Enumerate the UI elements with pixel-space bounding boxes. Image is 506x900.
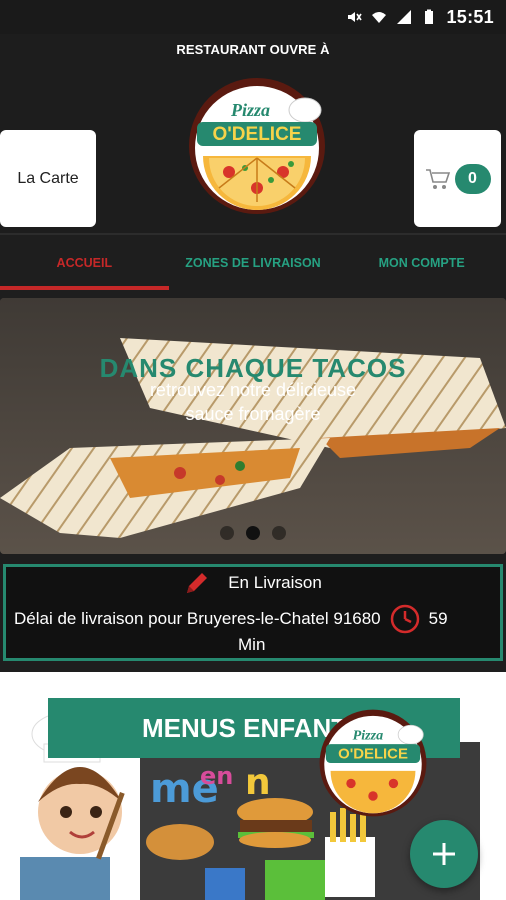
banner-subtitle-line1: retrouvez notre délicieuse [149,380,357,400]
logo-text-pizza: Pizza [230,100,270,120]
svg-text:n: n [245,762,271,803]
banner-subtitle-line2: sauce fromagère [185,404,321,424]
cart-button[interactable]: 0 [414,130,501,227]
battery-icon [425,9,434,24]
status-time: 15:51 [446,6,494,27]
carousel-dot[interactable] [220,526,234,540]
carousel-dots [0,526,506,540]
add-fab-button[interactable] [410,820,478,888]
banner-subtitle: retrouvez notre délicieuse sauce fromagè… [0,378,506,426]
tab-mon-compte[interactable]: MON COMPTE [337,235,506,290]
tacos-image [0,298,506,554]
status-bar: 15:51 [0,0,506,34]
opening-status: RESTAURANT OUVRE À [176,42,330,57]
delivery-delay-value: 59 [428,609,448,628]
clock-icon [390,604,419,634]
nav-tabs: ACCUEIL ZONES DE LIVRAISON MON COMPTE [0,233,506,290]
logo-text-brand: O'DELICE [213,124,302,145]
restaurant-logo[interactable]: Pizza O'DELICE [187,76,327,216]
header: RESTAURANT OUVRE À La Carte Pizza O'DELI… [0,34,506,233]
pencil-icon[interactable] [184,570,210,596]
svg-text:en: en [200,762,233,790]
menus-logo-text-brand: O'DELICE [338,745,408,762]
tab-zones-livraison[interactable]: ZONES DE LIVRAISON [169,235,338,290]
wifi-icon [372,12,387,23]
la-carte-label: La Carte [17,169,79,187]
app-screen: 15:51 RESTAURANT OUVRE À La Carte Pizza … [0,0,506,900]
delivery-mode: En Livraison [228,573,322,592]
delivery-delay-unit: Min [238,635,266,654]
carousel-dot-active[interactable] [246,526,260,540]
menus-logo-text-pizza: Pizza [353,727,384,743]
carousel-dot[interactable] [272,526,286,540]
menus-logo: Pizza O'DELICE [319,709,427,817]
delivery-info: En Livraison Délai de livraison pour Bru… [3,564,503,661]
promo-banner[interactable]: DANS CHAQUE TACOS retrouvez notre délici… [0,298,506,554]
cart-count-badge: 0 [454,163,491,194]
tab-accueil[interactable]: ACCUEIL [0,235,169,290]
la-carte-button[interactable]: La Carte [0,130,96,227]
cart-icon [425,168,450,189]
delivery-delay-text: Délai de livraison pour Bruyeres-le-Chat… [14,609,381,628]
mute-icon [348,12,363,22]
signal-icon [397,10,412,24]
plus-icon [433,843,455,865]
